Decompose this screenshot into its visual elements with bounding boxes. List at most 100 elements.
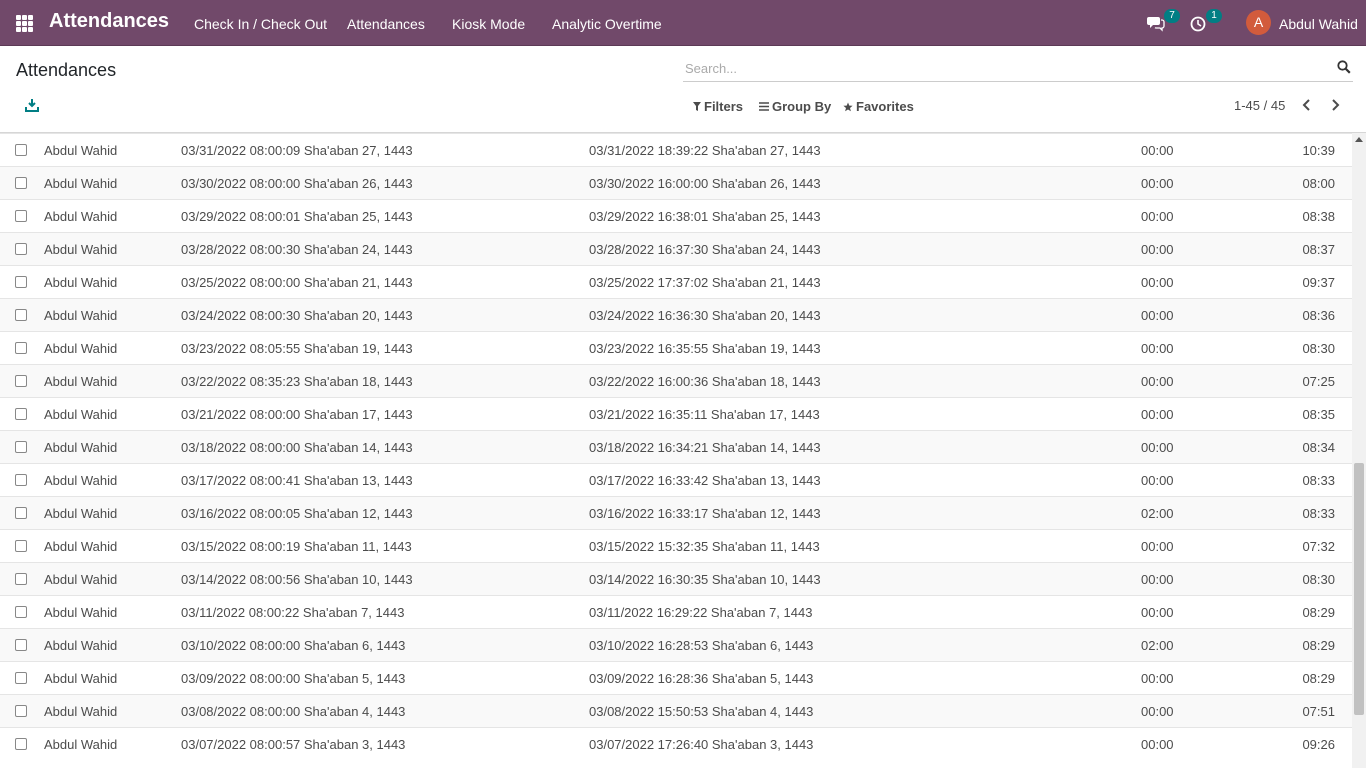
check-out-cell: 03/22/2022 16:00:36 Sha'aban 18, 1443 bbox=[589, 374, 821, 389]
employee-cell: Abdul Wahid bbox=[44, 506, 118, 521]
worked-hours-cell: 10:39 bbox=[1302, 143, 1335, 158]
search-bar bbox=[683, 57, 1353, 82]
row-checkbox[interactable] bbox=[15, 540, 27, 552]
group-by-button[interactable]: Group By bbox=[759, 99, 831, 114]
user-menu[interactable]: Abdul Wahid bbox=[1279, 16, 1358, 32]
menu-check-in-check-out[interactable]: Check In / Check Out bbox=[194, 16, 327, 32]
list-icon bbox=[759, 102, 769, 111]
overtime-cell: 00:00 bbox=[1141, 440, 1174, 455]
check-out-cell: 03/18/2022 16:34:21 Sha'aban 14, 1443 bbox=[589, 440, 821, 455]
menu-attendances[interactable]: Attendances bbox=[347, 16, 425, 32]
table-row[interactable]: Abdul Wahid 03/17/2022 08:00:41 Sha'aban … bbox=[0, 463, 1352, 496]
row-checkbox[interactable] bbox=[15, 441, 27, 453]
table-row[interactable]: Abdul Wahid 03/21/2022 08:00:00 Sha'aban … bbox=[0, 397, 1352, 430]
check-in-cell: 03/24/2022 08:00:30 Sha'aban 20, 1443 bbox=[181, 308, 413, 323]
overtime-cell: 00:00 bbox=[1141, 572, 1174, 587]
row-checkbox[interactable] bbox=[15, 276, 27, 288]
table-row[interactable]: Abdul Wahid 03/24/2022 08:00:30 Sha'aban … bbox=[0, 298, 1352, 331]
apps-grid-icon[interactable] bbox=[16, 15, 33, 32]
employee-cell: Abdul Wahid bbox=[44, 440, 118, 455]
row-checkbox[interactable] bbox=[15, 705, 27, 717]
employee-cell: Abdul Wahid bbox=[44, 308, 118, 323]
check-out-cell: 03/17/2022 16:33:42 Sha'aban 13, 1443 bbox=[589, 473, 821, 488]
row-checkbox[interactable] bbox=[15, 177, 27, 189]
favorites-button[interactable]: Favorites bbox=[843, 99, 914, 114]
check-in-cell: 03/16/2022 08:00:05 Sha'aban 12, 1443 bbox=[181, 506, 413, 521]
row-checkbox[interactable] bbox=[15, 408, 27, 420]
check-in-cell: 03/14/2022 08:00:56 Sha'aban 10, 1443 bbox=[181, 572, 413, 587]
table-row[interactable]: Abdul Wahid 03/22/2022 08:35:23 Sha'aban … bbox=[0, 364, 1352, 397]
table-row[interactable]: Abdul Wahid 03/09/2022 08:00:00 Sha'aban … bbox=[0, 661, 1352, 694]
table-row[interactable]: Abdul Wahid 03/18/2022 08:00:00 Sha'aban … bbox=[0, 430, 1352, 463]
table-row[interactable]: Abdul Wahid 03/16/2022 08:00:05 Sha'aban … bbox=[0, 496, 1352, 529]
top-navbar: Attendances Check In / Check Out Attenda… bbox=[0, 0, 1366, 46]
messages-count-badge: 7 bbox=[1164, 9, 1180, 23]
overtime-cell: 00:00 bbox=[1141, 605, 1174, 620]
row-checkbox[interactable] bbox=[15, 309, 27, 321]
employee-cell: Abdul Wahid bbox=[44, 176, 118, 191]
check-out-cell: 03/28/2022 16:37:30 Sha'aban 24, 1443 bbox=[589, 242, 821, 257]
row-checkbox[interactable] bbox=[15, 507, 27, 519]
vertical-scrollbar[interactable] bbox=[1352, 133, 1366, 768]
table-row[interactable]: Abdul Wahid 03/25/2022 08:00:00 Sha'aban … bbox=[0, 265, 1352, 298]
table-row[interactable]: Abdul Wahid 03/28/2022 08:00:30 Sha'aban … bbox=[0, 232, 1352, 265]
row-checkbox[interactable] bbox=[15, 243, 27, 255]
search-input[interactable] bbox=[683, 57, 1327, 79]
overtime-cell: 00:00 bbox=[1141, 407, 1174, 422]
check-in-cell: 03/21/2022 08:00:00 Sha'aban 17, 1443 bbox=[181, 407, 413, 422]
search-icon[interactable] bbox=[1337, 60, 1351, 74]
menu-analytic-overtime[interactable]: Analytic Overtime bbox=[552, 16, 662, 32]
check-out-cell: 03/11/2022 16:29:22 Sha'aban 7, 1443 bbox=[589, 605, 813, 620]
app-title[interactable]: Attendances bbox=[49, 10, 169, 33]
table-row[interactable]: Abdul Wahid 03/08/2022 08:00:00 Sha'aban … bbox=[0, 694, 1352, 727]
chevron-right-icon[interactable] bbox=[1326, 96, 1344, 114]
table-row[interactable]: Abdul Wahid 03/29/2022 08:00:01 Sha'aban … bbox=[0, 199, 1352, 232]
row-checkbox[interactable] bbox=[15, 210, 27, 222]
download-icon[interactable] bbox=[24, 97, 40, 113]
table-row[interactable]: Abdul Wahid 03/15/2022 08:00:19 Sha'aban … bbox=[0, 529, 1352, 562]
scrollbar-thumb[interactable] bbox=[1354, 463, 1364, 715]
table-row[interactable]: Abdul Wahid 03/07/2022 08:00:57 Sha'aban … bbox=[0, 727, 1352, 760]
check-out-cell: 03/29/2022 16:38:01 Sha'aban 25, 1443 bbox=[589, 209, 821, 224]
employee-cell: Abdul Wahid bbox=[44, 572, 118, 587]
worked-hours-cell: 08:36 bbox=[1302, 308, 1335, 323]
avatar[interactable]: A bbox=[1246, 10, 1271, 35]
chevron-left-icon[interactable] bbox=[1298, 96, 1316, 114]
employee-cell: Abdul Wahid bbox=[44, 407, 118, 422]
messages-button[interactable]: 7 bbox=[1146, 9, 1180, 35]
control-panel: Attendances Filters Group By Favorites 1… bbox=[0, 46, 1366, 133]
check-out-cell: 03/15/2022 15:32:35 Sha'aban 11, 1443 bbox=[589, 539, 820, 554]
table-row[interactable]: Abdul Wahid 03/30/2022 08:00:00 Sha'aban … bbox=[0, 166, 1352, 199]
row-checkbox[interactable] bbox=[15, 375, 27, 387]
filters-button[interactable]: Filters bbox=[693, 99, 743, 114]
row-checkbox[interactable] bbox=[15, 474, 27, 486]
worked-hours-cell: 09:37 bbox=[1302, 275, 1335, 290]
check-out-cell: 03/24/2022 16:36:30 Sha'aban 20, 1443 bbox=[589, 308, 821, 323]
table-row[interactable]: Abdul Wahid 03/11/2022 08:00:22 Sha'aban … bbox=[0, 595, 1352, 628]
overtime-cell: 00:00 bbox=[1141, 242, 1174, 257]
row-checkbox[interactable] bbox=[15, 672, 27, 684]
overtime-cell: 02:00 bbox=[1141, 638, 1174, 653]
activities-button[interactable]: 1 bbox=[1188, 9, 1222, 35]
row-checkbox[interactable] bbox=[15, 738, 27, 750]
worked-hours-cell: 08:30 bbox=[1302, 572, 1335, 587]
row-checkbox[interactable] bbox=[15, 144, 27, 156]
table-row[interactable]: Abdul Wahid 03/23/2022 08:05:55 Sha'aban … bbox=[0, 331, 1352, 364]
overtime-cell: 00:00 bbox=[1141, 671, 1174, 686]
table-row[interactable]: Abdul Wahid 03/14/2022 08:00:56 Sha'aban … bbox=[0, 562, 1352, 595]
scroll-up-arrow-icon[interactable] bbox=[1355, 137, 1363, 142]
table-row[interactable]: Abdul Wahid 03/31/2022 08:00:09 Sha'aban … bbox=[0, 133, 1352, 166]
check-in-cell: 03/08/2022 08:00:00 Sha'aban 4, 1443 bbox=[181, 704, 406, 719]
table-row[interactable]: Abdul Wahid 03/10/2022 08:00:00 Sha'aban … bbox=[0, 628, 1352, 661]
employee-cell: Abdul Wahid bbox=[44, 539, 118, 554]
check-in-cell: 03/11/2022 08:00:22 Sha'aban 7, 1443 bbox=[181, 605, 405, 620]
row-checkbox[interactable] bbox=[15, 573, 27, 585]
check-out-cell: 03/07/2022 17:26:40 Sha'aban 3, 1443 bbox=[589, 737, 814, 752]
pager-value[interactable]: 1-45 / 45 bbox=[1234, 98, 1285, 113]
activities-count-badge: 1 bbox=[1206, 9, 1222, 23]
row-checkbox[interactable] bbox=[15, 342, 27, 354]
menu-kiosk-mode[interactable]: Kiosk Mode bbox=[452, 16, 525, 32]
row-checkbox[interactable] bbox=[15, 639, 27, 651]
check-out-cell: 03/14/2022 16:30:35 Sha'aban 10, 1443 bbox=[589, 572, 821, 587]
row-checkbox[interactable] bbox=[15, 606, 27, 618]
